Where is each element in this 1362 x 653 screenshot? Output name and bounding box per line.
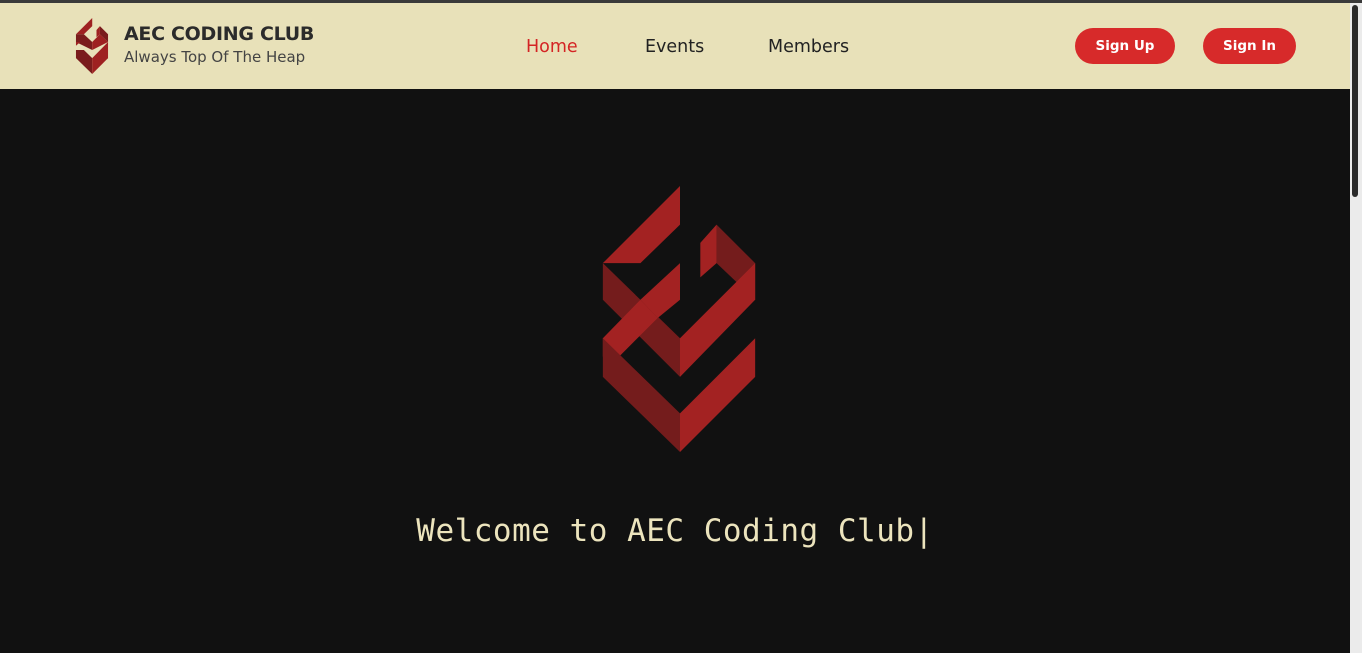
brand-subtitle: Always Top Of The Heap <box>124 48 306 66</box>
sign-up-button[interactable]: Sign Up <box>1075 28 1175 64</box>
navbar: AEC CODING CLUB Always Top Of The Heap H… <box>0 3 1350 89</box>
welcome-text: Welcome to AEC Coding Club <box>416 513 915 549</box>
nav-events-link[interactable]: Events <box>645 37 704 57</box>
page-scrollbar[interactable] <box>1350 3 1362 653</box>
typing-cursor: | <box>914 513 934 549</box>
scrollbar-thumb[interactable] <box>1352 5 1358 197</box>
aec-logo-icon <box>75 18 109 74</box>
nav-members-link[interactable]: Members <box>768 37 849 57</box>
sign-in-button[interactable]: Sign In <box>1203 28 1296 64</box>
brand-title: AEC CODING CLUB <box>124 23 315 45</box>
nav-home-link[interactable]: Home <box>526 37 578 57</box>
brand-link[interactable]: AEC CODING CLUB Always Top Of The Heap <box>74 18 334 76</box>
aec-logo-icon <box>602 186 756 452</box>
welcome-heading: Welcome to AEC Coding Club| <box>0 513 1350 549</box>
